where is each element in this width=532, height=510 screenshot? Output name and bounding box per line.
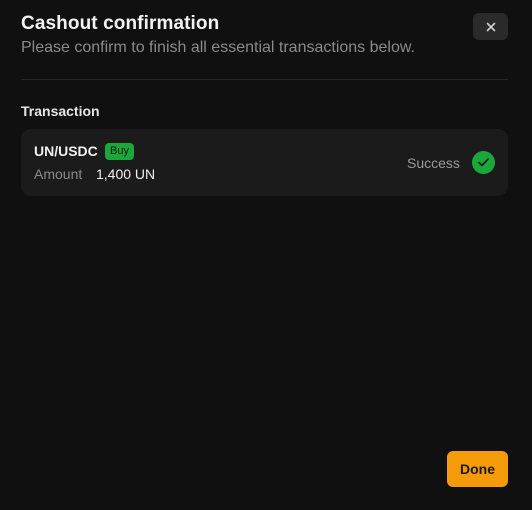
section-label-transaction: Transaction	[21, 103, 100, 119]
dialog-subtitle: Please confirm to finish all essential t…	[21, 39, 415, 56]
transaction-status: Success	[407, 155, 460, 171]
header-divider	[21, 79, 508, 80]
check-circle-icon	[472, 151, 495, 174]
done-button[interactable]: Done	[447, 451, 508, 487]
transaction-card: UN/USDC Buy Amount 1,400 UN Success	[21, 129, 508, 196]
close-icon	[486, 22, 495, 31]
amount-label: Amount	[34, 166, 83, 182]
cashout-confirmation-dialog: Cashout confirmation Please confirm to f…	[0, 0, 532, 510]
transaction-pair: UN/USDC	[34, 143, 98, 159]
transaction-side-badge: Buy	[105, 143, 134, 160]
close-button[interactable]	[473, 13, 508, 40]
amount-value: 1,400 UN	[96, 166, 156, 182]
dialog-title: Cashout confirmation	[21, 13, 220, 34]
